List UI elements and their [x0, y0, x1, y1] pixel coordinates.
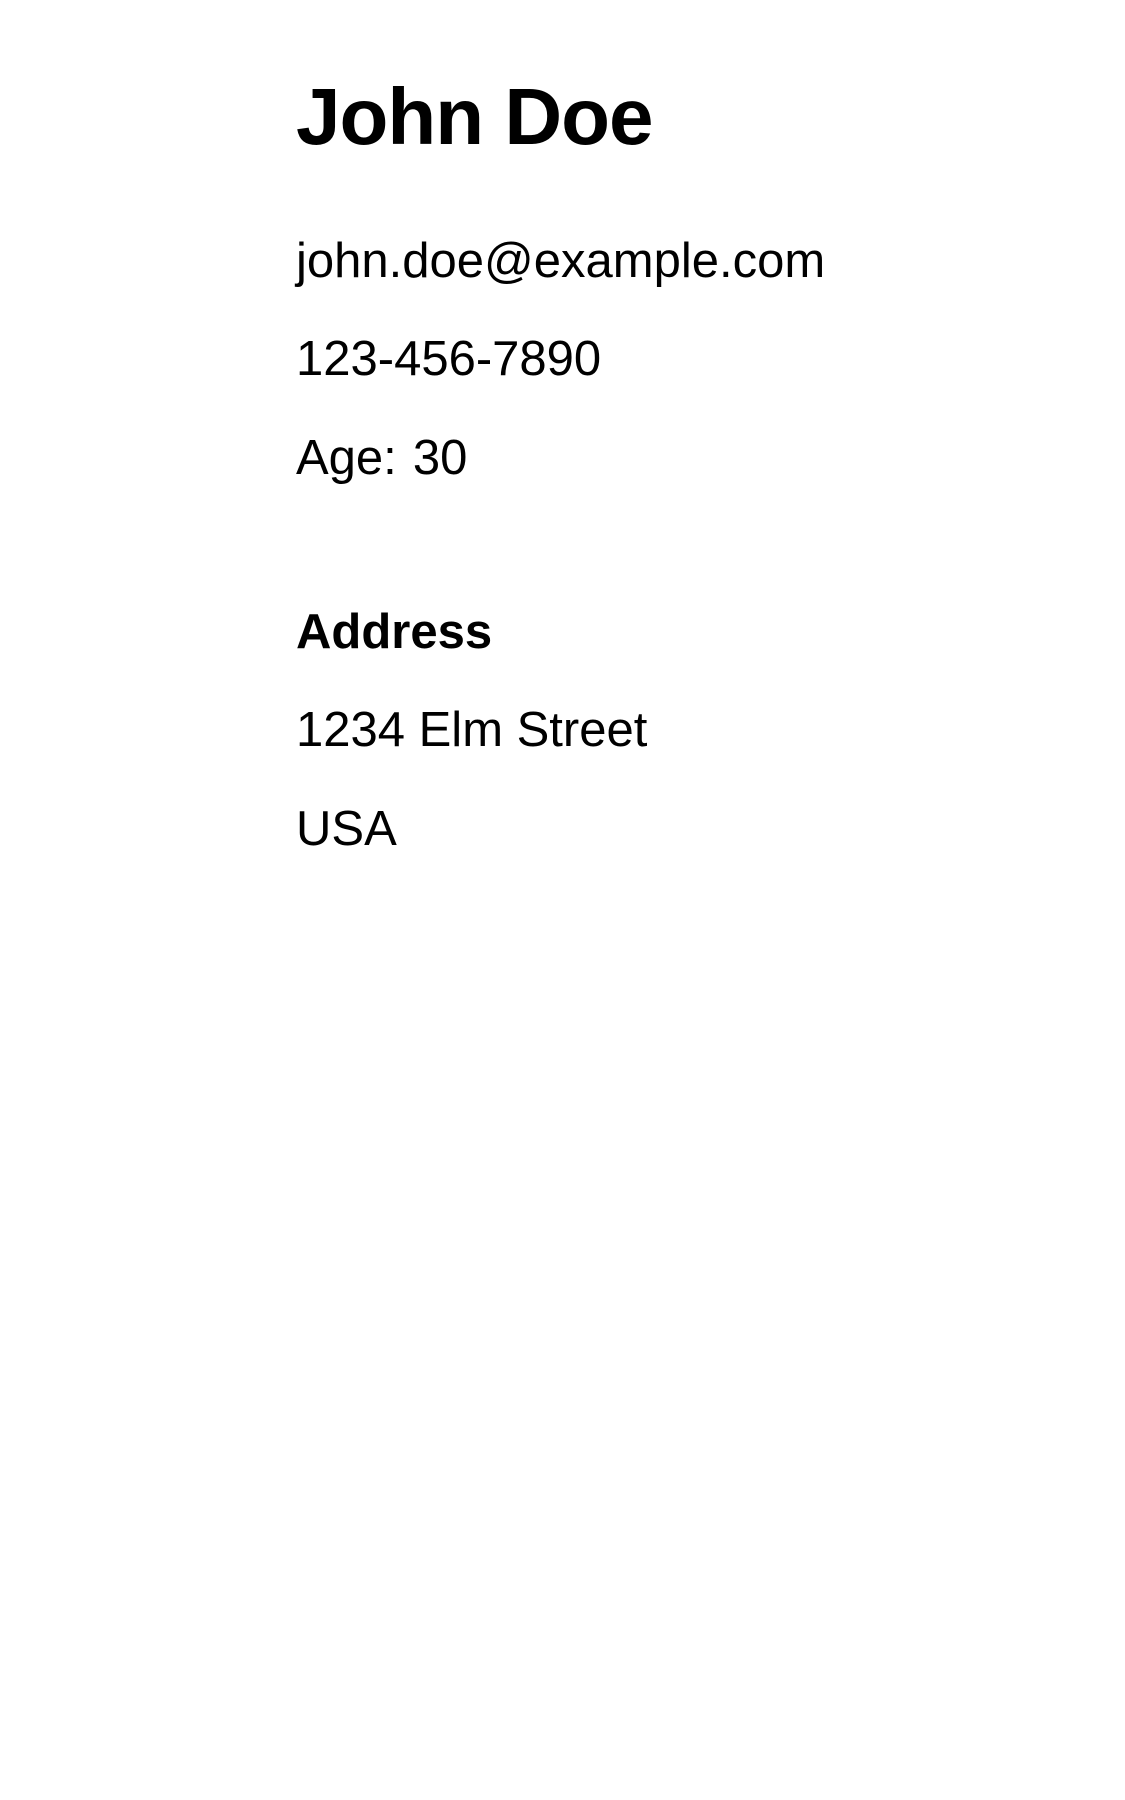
address-country: USA	[296, 802, 397, 856]
address-street: 1234 Elm Street	[296, 703, 648, 757]
address-heading: Address	[296, 605, 493, 659]
profile-phone: 123-456-7890	[296, 332, 602, 386]
age-label: Age:	[296, 431, 397, 485]
age-value: 30	[412, 431, 468, 485]
profile-email: john.doe@example.com	[296, 234, 826, 288]
profile-name: John Doe	[296, 72, 653, 161]
profile-age: Age: 30	[296, 430, 467, 486]
